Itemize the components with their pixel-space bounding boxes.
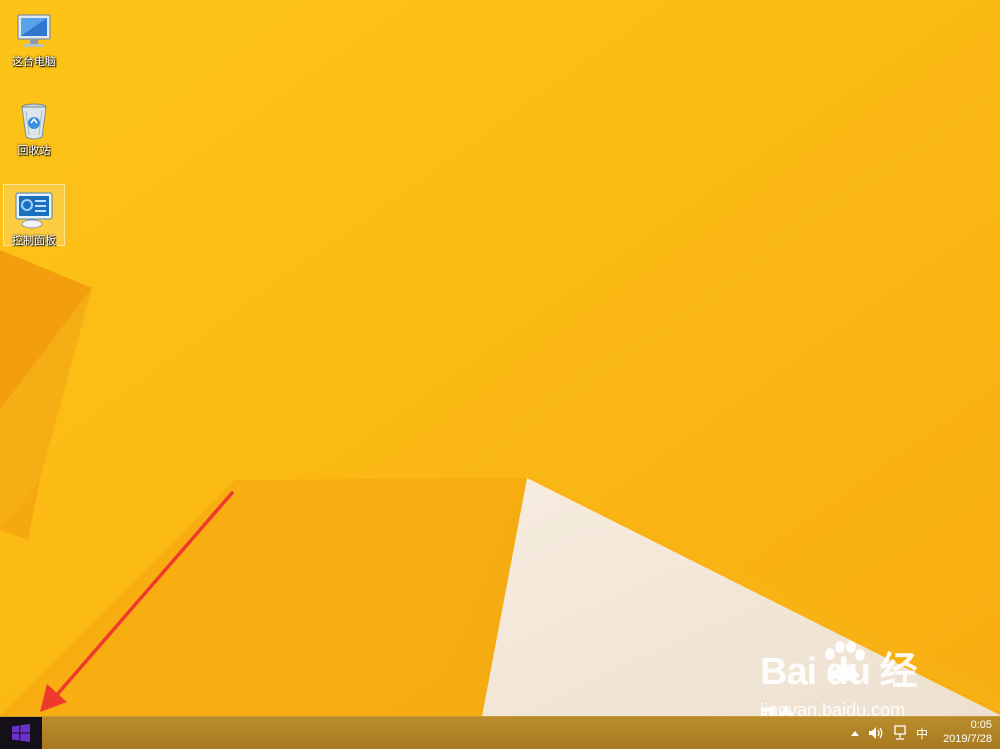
wallpaper xyxy=(0,0,1000,716)
desktop-icon-this-pc[interactable]: 这台电脑 xyxy=(3,6,65,68)
network-icon xyxy=(894,725,906,740)
network-button[interactable] xyxy=(892,723,908,743)
speaker-icon xyxy=(868,727,883,739)
desktop-icon-label: 这台电脑 xyxy=(12,56,56,68)
computer-icon xyxy=(17,14,51,47)
desktop-icon-recycle-bin[interactable]: 回收站 xyxy=(3,95,65,157)
clock-time: 0:05 xyxy=(970,719,992,731)
desktop[interactable]: 这台电脑 回收站 控制面板 Bai du 经 jingyan.baidu.com xyxy=(0,0,1000,716)
input-method-indicator[interactable]: 中 xyxy=(916,723,928,743)
recycle-bin-icon xyxy=(21,103,47,140)
clock-date: 2019/7/28 xyxy=(943,733,992,745)
taskbar: 中 0:05 2019/7/28 xyxy=(0,716,1000,749)
desktop-icon-control-panel[interactable]: 控制面板 xyxy=(3,184,65,247)
taskbar-clock[interactable]: 0:05 2019/7/28 xyxy=(930,718,992,746)
system-tray: 中 xyxy=(850,717,928,749)
chevron-up-icon xyxy=(850,731,859,736)
volume-button[interactable] xyxy=(868,723,884,743)
control-panel-icon xyxy=(15,192,53,229)
windows-logo-icon xyxy=(12,724,30,742)
show-hidden-icons-button[interactable] xyxy=(850,723,860,743)
start-button[interactable] xyxy=(0,717,42,749)
desktop-icon-label: 回收站 xyxy=(17,145,51,157)
desktop-icon-label: 控制面板 xyxy=(12,235,56,247)
